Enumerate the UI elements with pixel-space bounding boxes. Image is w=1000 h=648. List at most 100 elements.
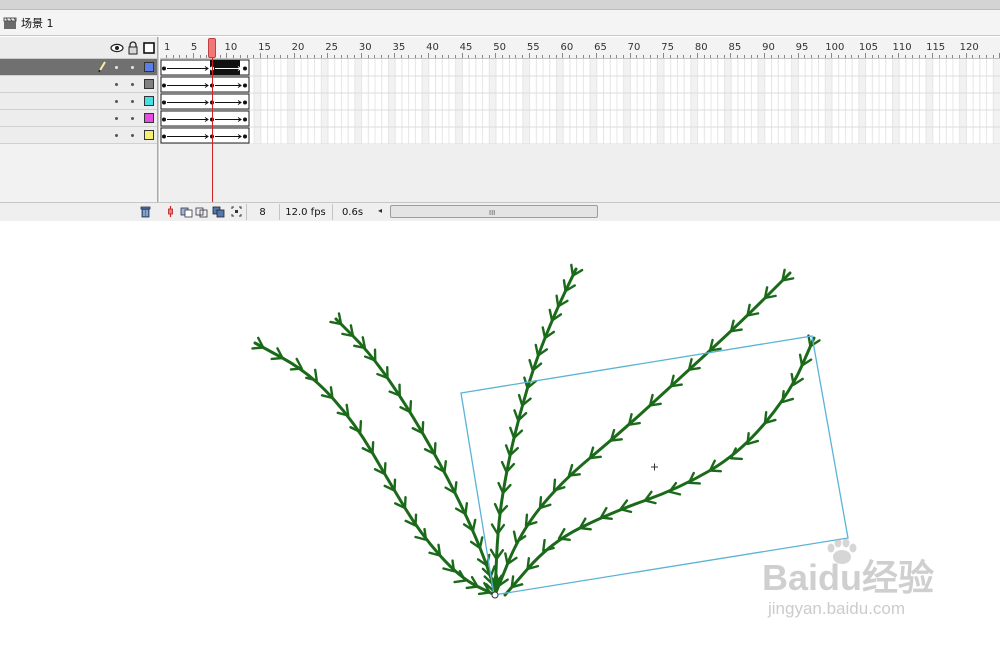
ruler-tick — [340, 55, 342, 58]
ruler-label: 120 — [959, 42, 979, 53]
lock-dot[interactable] — [131, 83, 134, 86]
ruler-tick — [811, 55, 813, 58]
frame-rate-field[interactable]: 12.0 fps — [279, 204, 331, 220]
selection-bounding-box[interactable] — [460, 335, 849, 599]
ruler-tick — [226, 53, 228, 58]
ruler-tick — [569, 55, 571, 58]
frame-column-shade — [791, 59, 799, 144]
clapper-icon[interactable] — [3, 16, 17, 30]
ruler-label: 55 — [526, 42, 540, 53]
ruler-label: 110 — [892, 42, 912, 53]
timeline-horizontal-scrollbar[interactable]: III — [390, 205, 598, 218]
keyframe-dot — [243, 66, 247, 71]
ruler-label: 40 — [426, 42, 439, 53]
ruler-tick — [542, 55, 544, 58]
layer-color-swatch[interactable] — [144, 62, 154, 72]
layer-row-5[interactable] — [0, 127, 158, 144]
frame-grid[interactable] — [160, 59, 1000, 144]
keyframe-dot — [243, 117, 247, 122]
center-frame-icon[interactable] — [164, 205, 177, 218]
frame-cells[interactable] — [160, 59, 1000, 144]
ruler-tick — [992, 55, 994, 58]
ruler-tick — [528, 53, 530, 58]
ruler-tick — [589, 55, 591, 58]
layer-row-4[interactable] — [0, 110, 158, 127]
tween-span — [160, 110, 250, 127]
frame-ruler[interactable]: 1 5 10 15 20 25 30 35 40 45 50 55 60 65 70 75 80 85 90 95 10… — [160, 37, 1000, 59]
ruler-tick — [522, 55, 524, 58]
transform-point-handle[interactable] — [491, 591, 499, 599]
ruler-tick — [421, 55, 423, 58]
keyframe-dot — [162, 100, 166, 105]
layer-row-2[interactable] — [0, 76, 158, 93]
onion-skin-outlines-icon[interactable] — [195, 205, 208, 218]
lock-dot[interactable] — [131, 100, 134, 103]
ruler-tick — [979, 55, 981, 58]
plant-stem[interactable] — [493, 267, 578, 597]
ruler-tick — [549, 55, 551, 58]
plant-drawing[interactable] — [251, 263, 821, 597]
ruler-tick — [891, 55, 893, 58]
layer-color-swatch[interactable] — [144, 96, 154, 106]
visibility-dot[interactable] — [115, 100, 118, 103]
frame-column-shade — [590, 59, 597, 144]
ruler-tick — [958, 55, 960, 58]
ruler-tick — [629, 53, 631, 58]
tween-span — [160, 93, 250, 110]
playhead-handle[interactable] — [208, 38, 216, 58]
ruler-tick — [938, 55, 940, 58]
lock-dot[interactable] — [131, 66, 134, 69]
visibility-dot[interactable] — [115, 134, 118, 137]
layer-color-swatch[interactable] — [144, 113, 154, 123]
visibility-dot[interactable] — [115, 83, 118, 86]
stage-canvas[interactable] — [0, 223, 1000, 648]
ruler-tick — [186, 55, 188, 58]
plant-stem[interactable] — [503, 336, 816, 597]
ruler-tick — [555, 55, 557, 58]
layer-color-swatch[interactable] — [144, 79, 154, 89]
layer-row-3[interactable] — [0, 93, 158, 110]
frame-column-shade — [926, 59, 933, 144]
ruler-tick — [280, 55, 282, 58]
ruler-tick — [663, 53, 665, 58]
plant-stem[interactable] — [493, 271, 792, 597]
edit-multiple-frames-icon[interactable] — [212, 205, 225, 218]
ruler-tick — [219, 55, 221, 58]
ruler-tick — [307, 55, 309, 58]
ruler-tick — [844, 55, 846, 58]
elapsed-time-field: 0.6s — [332, 204, 372, 220]
tween-span — [160, 127, 250, 144]
ruler-tick — [246, 55, 248, 58]
layer-color-swatch[interactable] — [144, 130, 154, 140]
lock-dot[interactable] — [131, 117, 134, 120]
scroll-left-arrow-icon[interactable]: ◂ — [378, 206, 382, 215]
ruler-tick — [905, 55, 907, 58]
outline-icon[interactable] — [142, 41, 156, 55]
scene-bar: 场景 1 — [0, 10, 1000, 36]
ruler-tick — [676, 55, 678, 58]
visibility-dot[interactable] — [115, 66, 118, 69]
frame-column-shade — [623, 59, 631, 144]
selected-frames — [210, 60, 240, 75]
lock-dot[interactable] — [131, 134, 134, 137]
layer-row-1[interactable] — [0, 59, 158, 76]
visibility-dot[interactable] — [115, 117, 118, 120]
delete-layer-icon[interactable] — [139, 205, 152, 218]
ruler-tick — [481, 55, 483, 58]
ruler-tick — [313, 55, 315, 58]
eye-icon[interactable] — [110, 41, 124, 55]
ruler-tick — [468, 55, 470, 58]
stage-artwork[interactable] — [0, 223, 1000, 648]
modify-onion-markers-icon[interactable] — [230, 205, 243, 218]
ruler-label: 95 — [795, 42, 809, 53]
lock-icon[interactable] — [126, 41, 140, 55]
ruler-tick — [851, 55, 853, 58]
frame-column-shade — [321, 59, 328, 144]
onion-skin-icon[interactable] — [180, 205, 193, 218]
ruler-tick — [723, 55, 725, 58]
timeline-panel: 1 5 10 15 20 25 30 35 40 45 50 55 60 65 70 75 80 85 90 95 10… — [0, 37, 1000, 221]
scene-label[interactable]: 场景 1 — [21, 15, 54, 31]
ruler-tick — [407, 55, 409, 58]
ruler-tick — [327, 53, 329, 58]
pencil-icon — [98, 61, 106, 73]
